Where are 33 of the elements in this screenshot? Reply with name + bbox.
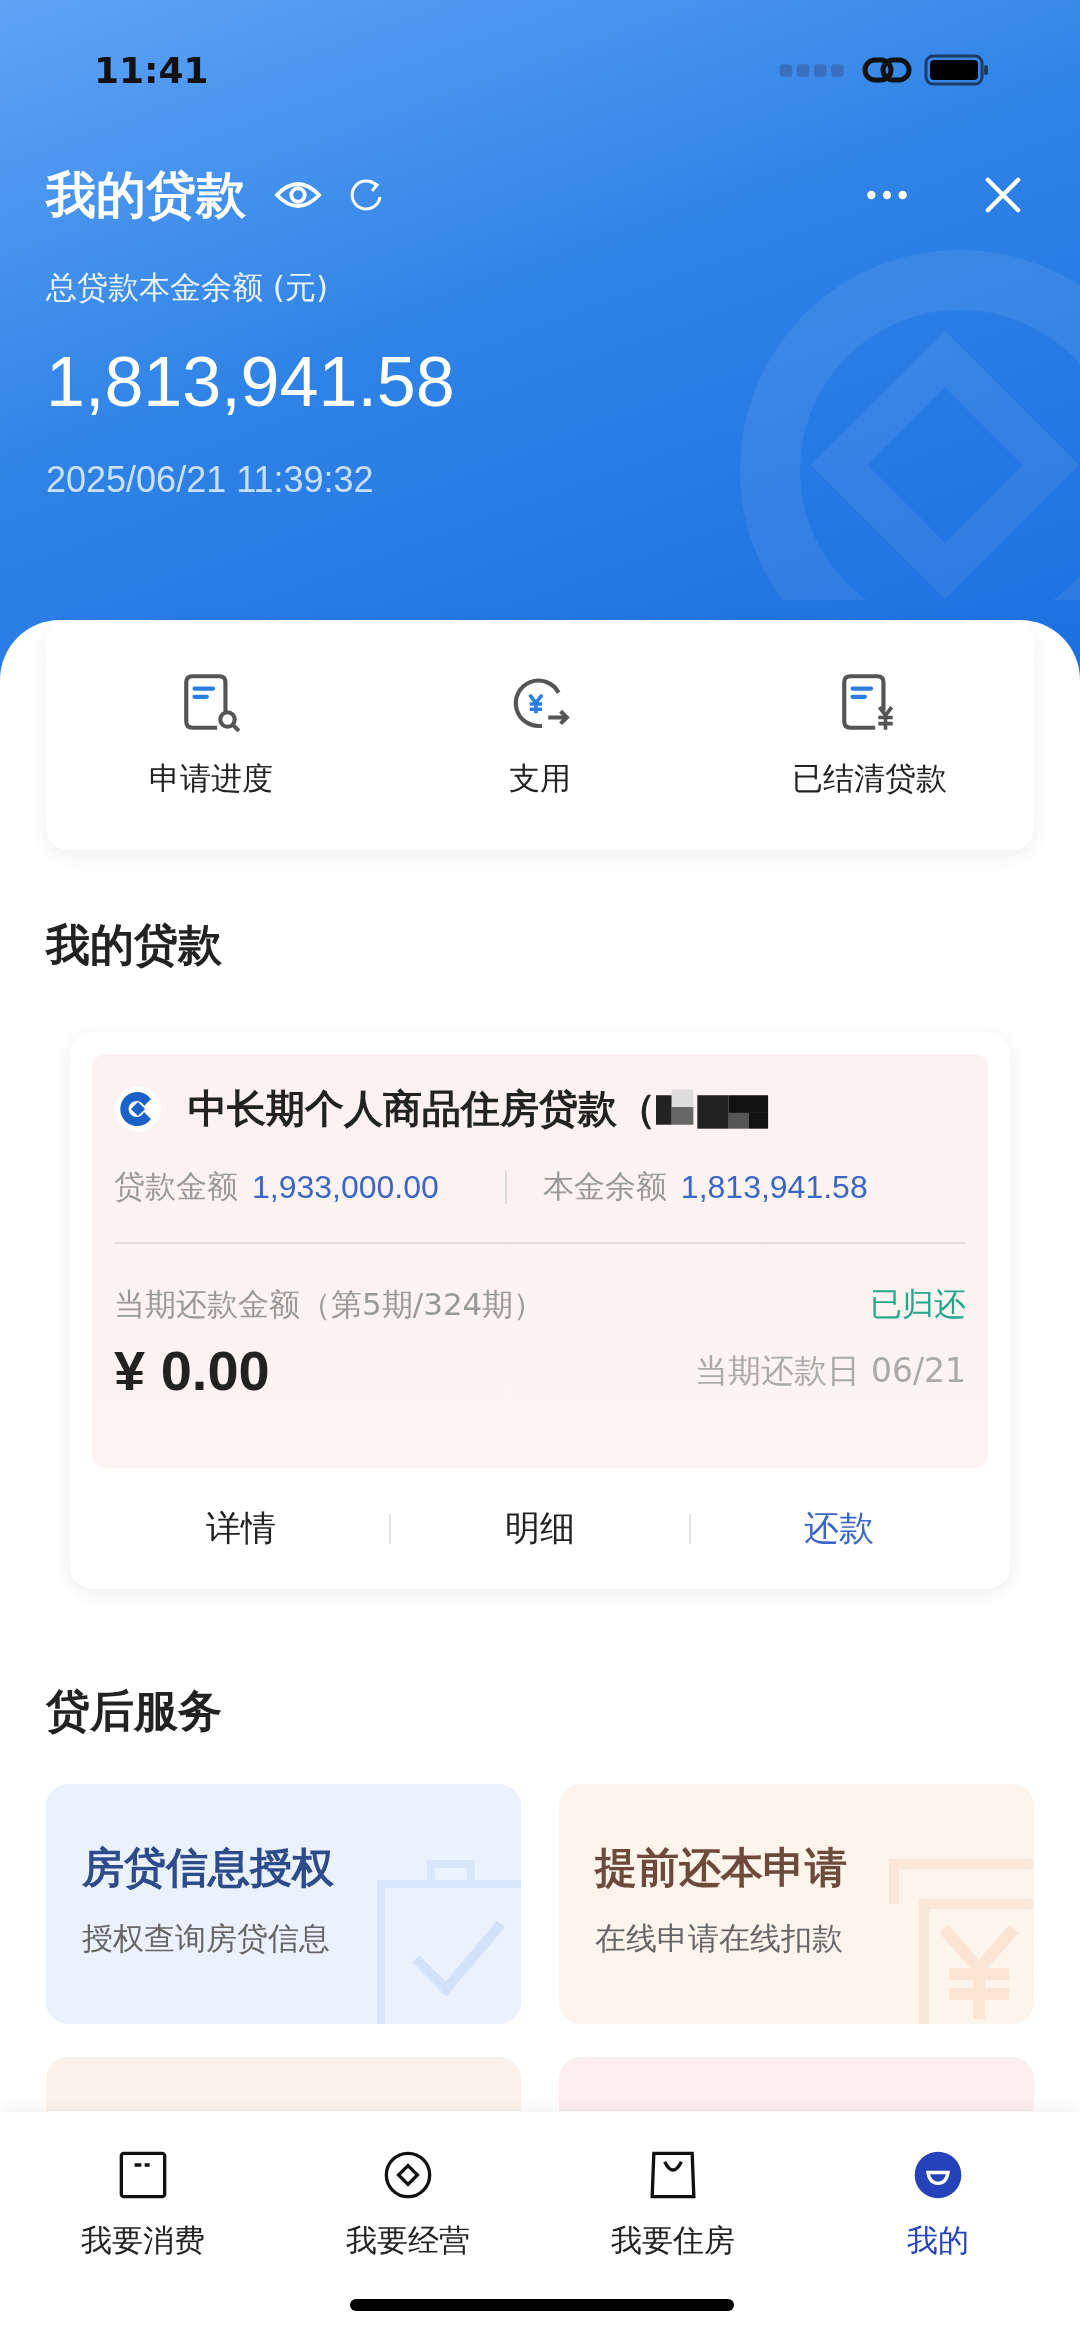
quick-action-button[interactable]: 支用 bbox=[410, 670, 670, 800]
tab[interactable]: 我要消费 bbox=[10, 2112, 275, 2262]
tab[interactable]: 我要住房 bbox=[540, 2112, 805, 2262]
loan-action-link[interactable]: 详情 bbox=[92, 1495, 390, 1562]
loan-amount-label: 贷款金额 bbox=[114, 1167, 238, 1206]
battery-icon bbox=[924, 54, 990, 86]
bank-logo-icon bbox=[114, 1085, 162, 1133]
balance-label: 总贷款本金余额 (元) bbox=[46, 268, 330, 307]
balance-amount: 1,813,941.58 bbox=[46, 342, 456, 423]
page-title: 我的贷款 bbox=[46, 164, 246, 226]
repayment-status: 已归还 bbox=[870, 1284, 966, 1324]
update-time: 2025/06/21 11:39:32 bbox=[46, 458, 375, 502]
service-card[interactable]: 房贷信息授权 授权查询房贷信息 bbox=[46, 1784, 521, 2024]
more-icon[interactable] bbox=[864, 189, 910, 201]
period-label: 当期还款金额（第5期/324期） bbox=[114, 1285, 545, 1324]
close-icon[interactable] bbox=[984, 176, 1022, 214]
section-title: 我的贷款 bbox=[46, 918, 223, 972]
quick-action-button[interactable]: 申请进度 bbox=[80, 670, 341, 800]
payment-amount: ¥ 0.00 bbox=[114, 1338, 270, 1404]
principal-label: 本金余额 bbox=[542, 1167, 667, 1206]
status-time: 11:41 bbox=[94, 49, 209, 91]
loan-amount: 1,933,000.00 bbox=[252, 1168, 439, 1206]
principal-amount: 1,813,941.58 bbox=[680, 1168, 868, 1206]
link-icon bbox=[862, 55, 912, 85]
loan-action-link[interactable]: 明细 bbox=[391, 1495, 689, 1562]
tab[interactable]: 我要经营 bbox=[275, 2112, 540, 2262]
quick-action-button[interactable]: 已结清贷款 bbox=[739, 670, 1000, 800]
loan-name: 中长期个人商品住房贷款（ bbox=[188, 1085, 656, 1133]
section-title: 贷后服务 bbox=[46, 1684, 223, 1738]
loan-action-link[interactable]: 还款 bbox=[690, 1495, 988, 1562]
due-date: 当期还款日 06/21 bbox=[695, 1349, 966, 1392]
tab[interactable]: 我的 bbox=[805, 2112, 1070, 2262]
service-card[interactable]: 提前还本申请 在线申请在线扣款 bbox=[559, 1784, 1034, 2024]
